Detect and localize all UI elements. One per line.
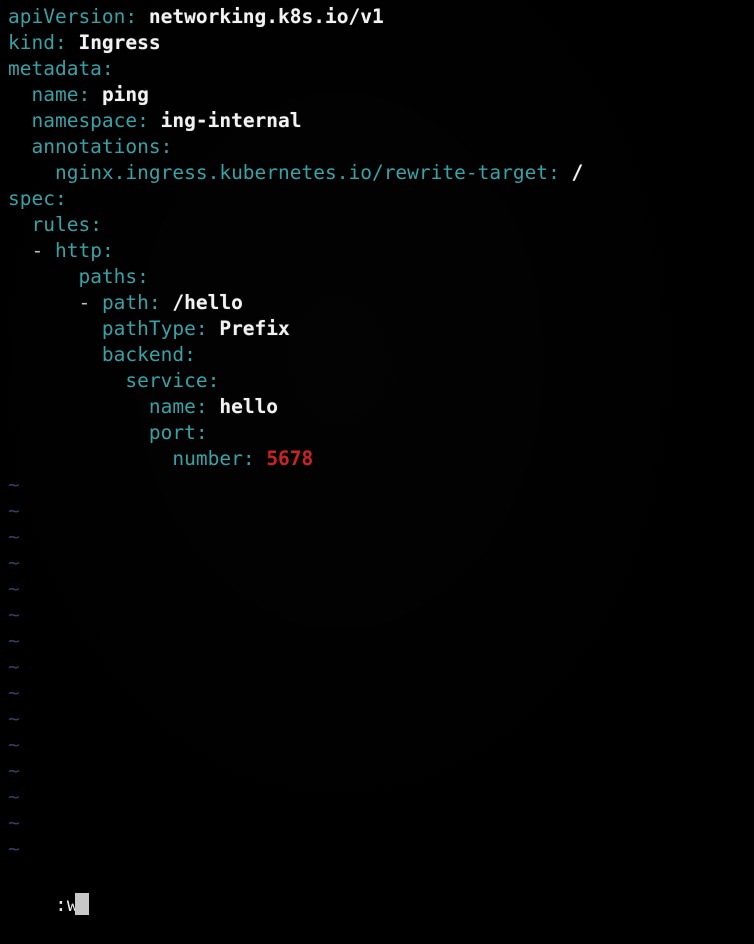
yaml-key: service [125,369,208,392]
yaml-colon: : [101,57,114,80]
yaml-key: http [54,239,102,262]
block-cursor [75,893,90,915]
yaml-colon: : [78,83,102,106]
yaml-key: spec [8,187,55,210]
buffer-line[interactable]: metadata: [8,56,754,82]
yaml-value: ing-internal [160,109,302,132]
yaml-colon: : [125,5,149,28]
yaml-key: name [148,395,196,418]
yaml-colon: : [242,447,267,470]
vim-terminal-window[interactable]: apiVersion: networking.k8s.io/v1 kind: In… [0,0,754,916]
yaml-value: /hello [172,291,243,314]
tilde-filler: ~ [8,707,20,730]
yaml-key: rules [31,213,91,236]
tilde-filler: ~ [8,681,20,704]
tilde-filler: ~ [8,525,20,548]
yaml-value: Prefix [219,317,290,340]
yaml-key: metadata [8,57,102,80]
yaml-key: pathType [101,317,196,340]
yaml-key: number [172,447,243,470]
yaml-key: kind [8,31,55,54]
buffer-line[interactable]: service: [8,368,754,394]
buffer-line[interactable]: backend: [8,342,754,368]
buffer-line[interactable]: port: [8,420,754,446]
buffer-line[interactable]: number: 5678 [8,446,754,472]
yaml-number-value: 5678 [266,447,314,470]
buffer-line[interactable]: - path: /hello [8,290,754,316]
buffer-line[interactable]: paths: [8,264,754,290]
tilde-filler: ~ [8,499,20,522]
buffer-line[interactable]: nginx.ingress.kubernetes.io/rewrite-targ… [8,160,754,186]
buffer-line[interactable]: namespace: ing-internal [8,108,754,134]
yaml-colon: : [184,343,196,366]
tilde-filler: ~ [8,759,20,782]
vim-filler-column: ~ ~ ~ ~ ~ ~ ~ ~ ~ ~ ~ ~ ~ ~ ~ [8,472,20,862]
yaml-key: nginx.ingress.kubernetes.io/rewrite-targ… [54,161,549,184]
yaml-buffer[interactable]: apiVersion: networking.k8s.io/v1 kind: In… [8,4,754,472]
sequence-dash: - [31,239,55,262]
yaml-value: / [571,161,584,184]
yaml-key: apiVersion [8,5,126,28]
yaml-key: port [148,421,196,444]
buffer-line[interactable]: spec: [8,186,754,212]
yaml-value: Ingress [78,31,161,54]
yaml-key: paths [78,265,138,288]
tilde-filler: ~ [8,837,20,860]
tilde-filler: ~ [8,577,20,600]
buffer-line[interactable]: - http: [8,238,754,264]
yaml-key: name [31,83,79,106]
buffer-line[interactable]: pathType: Prefix [8,316,754,342]
yaml-value: ping [101,83,149,106]
vim-command-line[interactable]: :w [8,866,90,916]
yaml-key: namespace [31,109,138,132]
tilde-filler: ~ [8,733,20,756]
tilde-filler: ~ [8,603,20,626]
buffer-line[interactable]: annotations: [8,134,754,160]
tilde-filler: ~ [8,629,20,652]
buffer-line[interactable]: apiVersion: networking.k8s.io/v1 [8,4,754,30]
yaml-colon: : [195,421,208,444]
yaml-colon: : [54,187,67,210]
yaml-colon: : [54,31,79,54]
buffer-line[interactable]: name: ping [8,82,754,108]
yaml-key: path [101,291,149,314]
tilde-filler: ~ [8,785,20,808]
buffer-line[interactable]: name: hello [8,394,754,420]
tilde-filler: ~ [8,811,20,834]
yaml-colon: : [195,317,220,340]
yaml-colon: : [207,369,220,392]
yaml-colon: : [160,135,173,158]
yaml-value: networking.k8s.io/v1 [148,5,384,28]
yaml-key: annotations [31,135,161,158]
sequence-dash: - [78,291,102,314]
yaml-colon: : [90,213,102,236]
yaml-key: backend [101,343,185,366]
yaml-colon: : [137,109,161,132]
yaml-colon: : [101,239,114,262]
yaml-colon: : [548,161,572,184]
tilde-filler: ~ [8,551,20,574]
yaml-colon: : [195,395,220,418]
yaml-colon: : [148,291,173,314]
buffer-line[interactable]: kind: Ingress [8,30,754,56]
yaml-value: hello [219,395,279,418]
buffer-line[interactable]: rules: [8,212,754,238]
tilde-filler: ~ [8,655,20,678]
tilde-filler: ~ [8,473,20,496]
yaml-colon: : [137,265,149,288]
